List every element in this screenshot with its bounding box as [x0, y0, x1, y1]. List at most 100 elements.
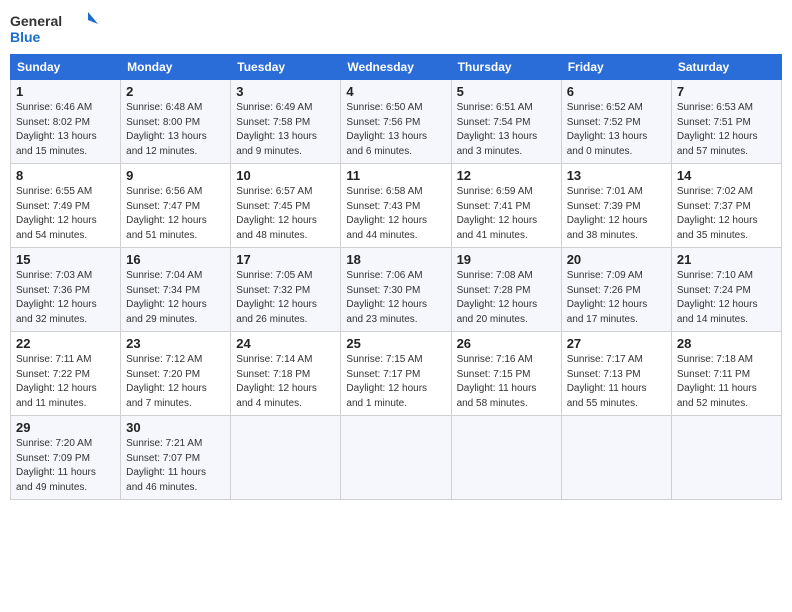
day-number: 15 [16, 252, 115, 267]
day-info: Sunrise: 7:11 AMSunset: 7:22 PMDaylight:… [16, 353, 115, 411]
day-info: Sunrise: 6:53 AMSunset: 7:51 PMDaylight:… [677, 101, 776, 159]
day-cell: 27 Sunrise: 7:17 AMSunset: 7:13 PMDaylig… [561, 332, 671, 416]
week-row-1: 1 Sunrise: 6:46 AMSunset: 8:02 PMDayligh… [11, 80, 782, 164]
day-cell: 30 Sunrise: 7:21 AMSunset: 7:07 PMDaylig… [121, 416, 231, 500]
day-info: Sunrise: 7:08 AMSunset: 7:28 PMDaylight:… [457, 269, 556, 327]
day-cell: 9 Sunrise: 6:56 AMSunset: 7:47 PMDayligh… [121, 164, 231, 248]
day-info: Sunrise: 6:57 AMSunset: 7:45 PMDaylight:… [236, 185, 335, 243]
week-row-5: 29 Sunrise: 7:20 AMSunset: 7:09 PMDaylig… [11, 416, 782, 500]
day-cell: 1 Sunrise: 6:46 AMSunset: 8:02 PMDayligh… [11, 80, 121, 164]
day-info: Sunrise: 7:09 AMSunset: 7:26 PMDaylight:… [567, 269, 666, 327]
week-row-2: 8 Sunrise: 6:55 AMSunset: 7:49 PMDayligh… [11, 164, 782, 248]
day-number: 20 [567, 252, 666, 267]
day-info: Sunrise: 6:48 AMSunset: 8:00 PMDaylight:… [126, 101, 225, 159]
day-cell [671, 416, 781, 500]
day-cell: 14 Sunrise: 7:02 AMSunset: 7:37 PMDaylig… [671, 164, 781, 248]
column-header-thursday: Thursday [451, 55, 561, 80]
day-cell: 8 Sunrise: 6:55 AMSunset: 7:49 PMDayligh… [11, 164, 121, 248]
day-cell: 29 Sunrise: 7:20 AMSunset: 7:09 PMDaylig… [11, 416, 121, 500]
week-row-4: 22 Sunrise: 7:11 AMSunset: 7:22 PMDaylig… [11, 332, 782, 416]
day-number: 6 [567, 84, 666, 99]
day-info: Sunrise: 6:56 AMSunset: 7:47 PMDaylight:… [126, 185, 225, 243]
day-info: Sunrise: 7:10 AMSunset: 7:24 PMDaylight:… [677, 269, 776, 327]
day-number: 16 [126, 252, 225, 267]
day-number: 8 [16, 168, 115, 183]
day-info: Sunrise: 7:16 AMSunset: 7:15 PMDaylight:… [457, 353, 556, 411]
day-cell: 26 Sunrise: 7:16 AMSunset: 7:15 PMDaylig… [451, 332, 561, 416]
day-number: 9 [126, 168, 225, 183]
day-cell: 16 Sunrise: 7:04 AMSunset: 7:34 PMDaylig… [121, 248, 231, 332]
day-number: 17 [236, 252, 335, 267]
day-cell: 6 Sunrise: 6:52 AMSunset: 7:52 PMDayligh… [561, 80, 671, 164]
day-cell [451, 416, 561, 500]
day-info: Sunrise: 7:14 AMSunset: 7:18 PMDaylight:… [236, 353, 335, 411]
day-info: Sunrise: 7:05 AMSunset: 7:32 PMDaylight:… [236, 269, 335, 327]
day-number: 27 [567, 336, 666, 351]
day-cell: 20 Sunrise: 7:09 AMSunset: 7:26 PMDaylig… [561, 248, 671, 332]
day-number: 30 [126, 420, 225, 435]
day-cell [341, 416, 451, 500]
day-info: Sunrise: 6:55 AMSunset: 7:49 PMDaylight:… [16, 185, 115, 243]
day-cell: 22 Sunrise: 7:11 AMSunset: 7:22 PMDaylig… [11, 332, 121, 416]
day-info: Sunrise: 7:17 AMSunset: 7:13 PMDaylight:… [567, 353, 666, 411]
svg-text:General: General [10, 13, 62, 29]
day-cell: 24 Sunrise: 7:14 AMSunset: 7:18 PMDaylig… [231, 332, 341, 416]
day-info: Sunrise: 7:02 AMSunset: 7:37 PMDaylight:… [677, 185, 776, 243]
day-number: 7 [677, 84, 776, 99]
day-info: Sunrise: 7:03 AMSunset: 7:36 PMDaylight:… [16, 269, 115, 327]
day-number: 22 [16, 336, 115, 351]
day-info: Sunrise: 7:21 AMSunset: 7:07 PMDaylight:… [126, 437, 225, 495]
day-cell: 19 Sunrise: 7:08 AMSunset: 7:28 PMDaylig… [451, 248, 561, 332]
day-info: Sunrise: 7:18 AMSunset: 7:11 PMDaylight:… [677, 353, 776, 411]
day-number: 28 [677, 336, 776, 351]
day-info: Sunrise: 6:59 AMSunset: 7:41 PMDaylight:… [457, 185, 556, 243]
day-number: 11 [346, 168, 445, 183]
day-number: 21 [677, 252, 776, 267]
day-cell: 4 Sunrise: 6:50 AMSunset: 7:56 PMDayligh… [341, 80, 451, 164]
day-info: Sunrise: 6:51 AMSunset: 7:54 PMDaylight:… [457, 101, 556, 159]
day-number: 4 [346, 84, 445, 99]
day-number: 18 [346, 252, 445, 267]
day-info: Sunrise: 6:46 AMSunset: 8:02 PMDaylight:… [16, 101, 115, 159]
header-row: SundayMondayTuesdayWednesdayThursdayFrid… [11, 55, 782, 80]
day-number: 12 [457, 168, 556, 183]
day-cell: 11 Sunrise: 6:58 AMSunset: 7:43 PMDaylig… [341, 164, 451, 248]
column-header-friday: Friday [561, 55, 671, 80]
day-cell: 28 Sunrise: 7:18 AMSunset: 7:11 PMDaylig… [671, 332, 781, 416]
day-info: Sunrise: 6:50 AMSunset: 7:56 PMDaylight:… [346, 101, 445, 159]
day-cell: 7 Sunrise: 6:53 AMSunset: 7:51 PMDayligh… [671, 80, 781, 164]
column-header-monday: Monday [121, 55, 231, 80]
day-number: 5 [457, 84, 556, 99]
week-row-3: 15 Sunrise: 7:03 AMSunset: 7:36 PMDaylig… [11, 248, 782, 332]
day-info: Sunrise: 7:20 AMSunset: 7:09 PMDaylight:… [16, 437, 115, 495]
day-number: 29 [16, 420, 115, 435]
logo: General Blue [10, 10, 100, 48]
day-number: 2 [126, 84, 225, 99]
day-cell: 17 Sunrise: 7:05 AMSunset: 7:32 PMDaylig… [231, 248, 341, 332]
day-cell: 23 Sunrise: 7:12 AMSunset: 7:20 PMDaylig… [121, 332, 231, 416]
day-number: 1 [16, 84, 115, 99]
day-cell: 13 Sunrise: 7:01 AMSunset: 7:39 PMDaylig… [561, 164, 671, 248]
day-number: 25 [346, 336, 445, 351]
column-header-wednesday: Wednesday [341, 55, 451, 80]
day-cell: 18 Sunrise: 7:06 AMSunset: 7:30 PMDaylig… [341, 248, 451, 332]
day-cell: 12 Sunrise: 6:59 AMSunset: 7:41 PMDaylig… [451, 164, 561, 248]
column-header-saturday: Saturday [671, 55, 781, 80]
day-cell: 21 Sunrise: 7:10 AMSunset: 7:24 PMDaylig… [671, 248, 781, 332]
day-cell [561, 416, 671, 500]
day-info: Sunrise: 6:49 AMSunset: 7:58 PMDaylight:… [236, 101, 335, 159]
svg-text:Blue: Blue [10, 29, 41, 45]
day-info: Sunrise: 7:04 AMSunset: 7:34 PMDaylight:… [126, 269, 225, 327]
column-header-tuesday: Tuesday [231, 55, 341, 80]
day-number: 23 [126, 336, 225, 351]
calendar-table: SundayMondayTuesdayWednesdayThursdayFrid… [10, 54, 782, 500]
day-cell: 25 Sunrise: 7:15 AMSunset: 7:17 PMDaylig… [341, 332, 451, 416]
day-cell: 2 Sunrise: 6:48 AMSunset: 8:00 PMDayligh… [121, 80, 231, 164]
day-cell: 10 Sunrise: 6:57 AMSunset: 7:45 PMDaylig… [231, 164, 341, 248]
day-info: Sunrise: 7:01 AMSunset: 7:39 PMDaylight:… [567, 185, 666, 243]
column-header-sunday: Sunday [11, 55, 121, 80]
day-number: 19 [457, 252, 556, 267]
day-number: 26 [457, 336, 556, 351]
day-number: 13 [567, 168, 666, 183]
day-cell [231, 416, 341, 500]
